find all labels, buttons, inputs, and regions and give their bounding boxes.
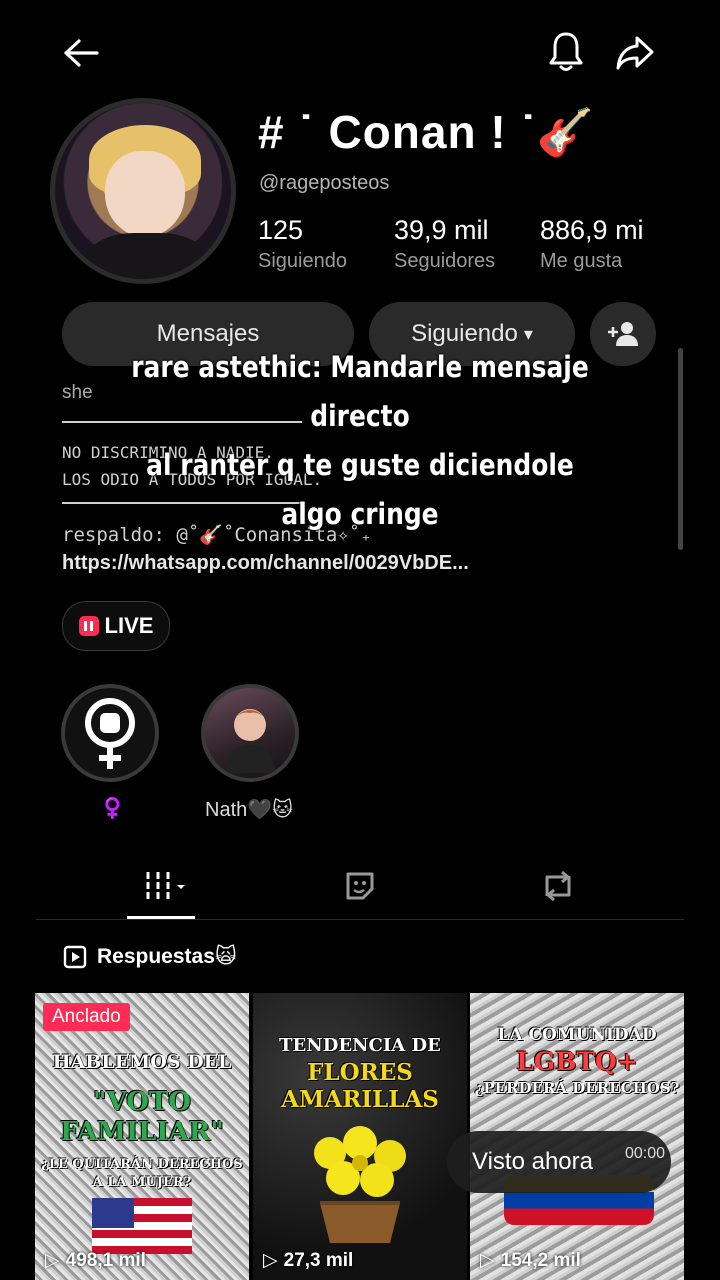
play-icon: ▷ [480, 1250, 495, 1271]
highlight-nath-label: Nath🖤🐱 [205, 799, 293, 821]
video-2-title-3: AMARILLAS [281, 1086, 439, 1113]
live-icon [78, 616, 99, 636]
video-thumb-1[interactable]: Anclado HABLEMOS DEL "VOTO FAMILIAR" ¿LE… [35, 993, 249, 1280]
back-arrow-icon[interactable] [58, 30, 104, 76]
timestamp: 00:00 [624, 1145, 665, 1162]
video-2-title-2: FLORES [307, 1059, 413, 1086]
highlight-nath[interactable] [201, 684, 299, 782]
stat-likes-value: 886,9 mi [540, 215, 644, 245]
video-2-views-count: 27,3 mil [283, 1249, 354, 1271]
highlight-venus-label: ♀️ [100, 798, 125, 820]
overlay-caption-line-1: rare astethic: Mandarle mensaje directo [131, 350, 589, 433]
replies-playlist[interactable]: Respuestas🙀 [63, 944, 237, 969]
play-icon: ▷ [263, 1250, 278, 1271]
tab-videos[interactable] [135, 866, 191, 906]
overlay-caption-line-3: algo cringe [281, 497, 439, 531]
video-3-title-2: LGBTQ+ [516, 1047, 638, 1076]
video-1-views-count: 498,1 mil [65, 1249, 146, 1271]
watched-now-label: Visto ahora [472, 1148, 593, 1175]
overlay-caption: rare astethic: Mandarle mensaje directo … [85, 343, 635, 539]
overlay-caption-line-2: al ranter q te guste diciendole [146, 448, 574, 482]
tab-reposts[interactable] [536, 866, 580, 906]
video-1-title-2: "VOTO [93, 1087, 191, 1117]
tabs-divider [36, 919, 684, 920]
video-2-views: ▷ 27,3 mil [263, 1249, 353, 1272]
feminist-fist-icon [85, 698, 135, 769]
username: @rageposteos [259, 172, 390, 194]
stat-following-label: Siguiendo [258, 250, 347, 272]
play-box-icon [63, 945, 87, 968]
active-tab-indicator [127, 916, 195, 919]
video-1-title-4: ¿LE QUITARÁN DERECHOS [41, 1157, 243, 1172]
video-2-title-1: TENDENCIA DE [279, 1035, 441, 1056]
live-button[interactable]: LIVE [62, 601, 170, 651]
video-1-title-3: FAMILIAR" [60, 1117, 224, 1147]
replies-label: Respuestas🙀 [97, 945, 237, 968]
video-1-views: ▷ 498,1 mil [45, 1249, 146, 1272]
repost-icon [545, 870, 571, 902]
stat-followers[interactable]: 39,9 mil Seguidores [394, 215, 495, 273]
scrollbar[interactable] [678, 348, 683, 550]
display-name: # ˙ Conan ! ˙🎸 [258, 106, 596, 158]
video-3-views: ▷ 154,2 mil [480, 1249, 581, 1272]
play-icon: ▷ [45, 1250, 60, 1271]
stat-following[interactable]: 125 Siguiendo [258, 215, 347, 273]
live-label: LIVE [104, 613, 154, 638]
stat-likes: 886,9 mi Me gusta [540, 215, 644, 273]
bell-icon[interactable] [543, 28, 589, 74]
video-thumb-2[interactable]: TENDENCIA DE FLORES AMARILLAS ▷ 27,3 mil [253, 993, 467, 1280]
video-1-title-1: HABLEMOS DEL [52, 1051, 232, 1073]
stat-followers-value: 39,9 mil [394, 215, 489, 245]
sticker-icon [346, 872, 374, 900]
share-icon[interactable] [612, 30, 658, 76]
chevron-down-icon: ▾ [523, 323, 533, 344]
video-3-title-3: ¿PERDERÁ DERECHOS? [474, 1079, 680, 1097]
pinned-badge: Anclado [43, 1003, 130, 1031]
profile-avatar[interactable] [50, 98, 236, 284]
video-3-title-1: LA COMUNIDAD [497, 1025, 657, 1045]
grid-icon [146, 872, 185, 900]
video-1-title-5: A LA MUJER? [92, 1175, 192, 1190]
stat-followers-label: Seguidores [394, 250, 496, 272]
bio-link[interactable]: https://whatsapp.com/channel/0029VbDE... [62, 552, 469, 575]
video-3-views-count: 154,2 mil [500, 1249, 581, 1271]
highlight-venus[interactable] [61, 684, 159, 782]
tab-favorites[interactable] [338, 866, 382, 906]
watched-now-pill: Visto ahora 00:00 [447, 1131, 671, 1193]
stat-likes-label: Me gusta [540, 250, 623, 272]
avatar-image-icon [224, 709, 276, 773]
yellow-flowers-icon [314, 1126, 406, 1243]
us-flag-icon [92, 1198, 192, 1254]
stat-following-value: 125 [258, 215, 304, 245]
